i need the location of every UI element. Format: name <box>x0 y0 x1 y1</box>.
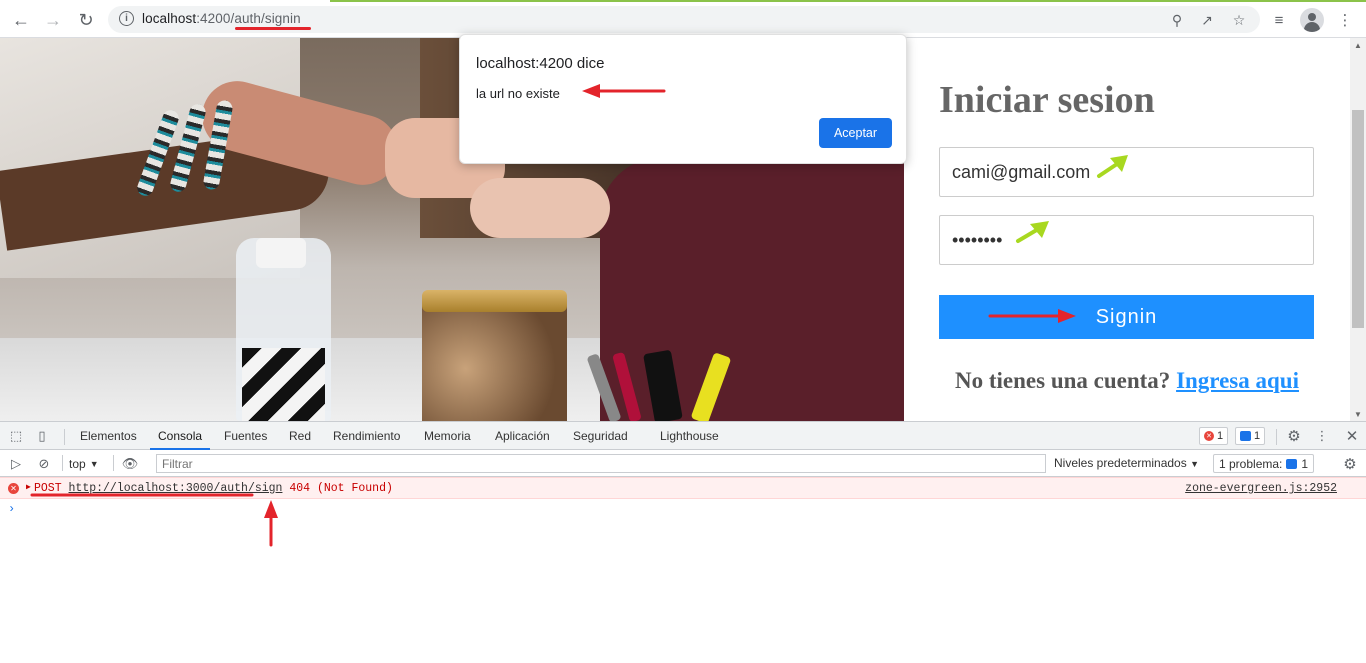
tab-memoria[interactable]: Memoria <box>424 422 471 450</box>
expand-triangle-icon[interactable]: ▶ <box>26 482 31 492</box>
email-field[interactable] <box>939 147 1314 197</box>
tab-red[interactable]: Red <box>289 422 311 450</box>
tab-elementos[interactable]: Elementos <box>80 422 137 450</box>
source-link[interactable]: zone-evergreen.js:2952 <box>1185 482 1337 495</box>
message-count-badge[interactable]: 1 <box>1235 427 1266 445</box>
console-error-text: POST http://localhost:3000/auth/sign 404… <box>34 482 393 495</box>
profile-avatar-icon[interactable] <box>1300 8 1324 32</box>
console-settings-gear-icon[interactable]: ⚙ <box>1340 454 1360 474</box>
annotation-url-underline <box>235 27 311 30</box>
alert-message: la url no existe <box>476 86 560 101</box>
error-icon: ✕ <box>1204 431 1214 441</box>
request-status: 404 (Not Found) <box>289 482 393 495</box>
error-icon: ✕ <box>8 483 19 494</box>
bookmark-star-icon[interactable]: ☆ <box>1230 11 1248 29</box>
console-error-row[interactable]: ✕ ▶ POST http://localhost:3000/auth/sign… <box>0 477 1366 499</box>
signup-link[interactable]: Ingresa aqui <box>1176 368 1299 393</box>
reload-icon[interactable]: ↻ <box>73 7 99 33</box>
message-icon <box>1240 431 1251 441</box>
alert-ok-button[interactable]: Aceptar <box>819 118 892 148</box>
dropdown-arrow-icon: ▼ <box>1190 459 1199 469</box>
chrome-menu-icon[interactable]: ⋮ <box>1332 7 1358 33</box>
signin-button[interactable]: Signin <box>939 295 1314 339</box>
close-devtools-icon[interactable]: ✕ <box>1342 426 1362 446</box>
signin-heading: Iniciar sesion <box>939 79 1155 121</box>
forward-icon[interactable]: → <box>40 7 66 33</box>
settings-gear-icon[interactable]: ⚙ <box>1284 426 1304 446</box>
alert-dialog: localhost:4200 dice la url no existe Ace… <box>459 34 907 164</box>
url-host: localhost <box>142 11 197 26</box>
problems-button[interactable]: 1 problema: 1 <box>1213 454 1315 473</box>
devtools-menu-icon[interactable]: ⋮ <box>1312 426 1332 446</box>
tab-aplicacion[interactable]: Aplicación <box>495 422 550 450</box>
inspect-element-icon[interactable]: ⬚ <box>6 426 26 446</box>
devtools-tabbar: ⬚ ▯ Elementos Consola Fuentes Red Rendim… <box>0 422 1366 450</box>
back-icon[interactable]: ← <box>8 7 34 33</box>
scrollbar-thumb[interactable] <box>1352 110 1364 328</box>
dropdown-arrow-icon: ▼ <box>89 458 99 469</box>
request-method: POST <box>34 482 62 495</box>
console-toolbar: ▷ ⊘ top▼ 👁 Niveles predeterminados ▼ 1 p… <box>0 450 1366 477</box>
url-text[interactable]: localhost:4200/auth/signin <box>142 11 301 26</box>
clear-console-icon[interactable]: ⊘ <box>34 454 54 474</box>
site-info-icon[interactable]: i <box>119 11 134 26</box>
context-value: top <box>69 456 86 471</box>
issue-icon <box>1286 458 1298 469</box>
tab-seguridad[interactable]: Seguridad <box>573 422 628 450</box>
alert-title: localhost:4200 dice <box>476 55 605 72</box>
device-toolbar-icon[interactable]: ▯ <box>32 426 52 446</box>
url-port: :4200 <box>196 11 231 26</box>
password-field[interactable] <box>939 215 1314 265</box>
sidebar-toggle-icon[interactable]: ▷ <box>6 454 26 474</box>
error-count: 1 <box>1217 430 1224 442</box>
scroll-down-icon[interactable]: ▼ <box>1350 407 1366 421</box>
log-levels-label: Niveles predeterminados <box>1054 456 1187 470</box>
key-icon[interactable]: ⚲ <box>1168 11 1186 29</box>
tab-lighthouse[interactable]: Lighthouse <box>660 422 719 450</box>
reading-list-icon[interactable]: ≡ <box>1266 7 1292 33</box>
signup-text: No tienes una cuenta? <box>955 368 1171 393</box>
live-expression-eye-icon[interactable]: 👁 <box>120 454 140 474</box>
tab-rendimiento[interactable]: Rendimiento <box>333 422 400 450</box>
tab-loading-bar <box>0 0 1366 2</box>
context-selector[interactable]: top ▼ <box>65 454 103 473</box>
tab-fuentes[interactable]: Fuentes <box>224 422 267 450</box>
devtools-panel: ⬚ ▯ Elementos Consola Fuentes Red Rendim… <box>0 421 1366 663</box>
tab-consola[interactable]: Consola <box>150 422 211 450</box>
message-count: 1 <box>1254 430 1261 442</box>
problems-count: 1 <box>1301 456 1309 471</box>
browser-toolbar: ← → ↻ i localhost:4200/auth/signin ⚲ ↗ ☆… <box>0 0 1366 38</box>
signup-prompt: No tienes una cuenta? Ingresa aqui <box>904 368 1350 394</box>
share-icon[interactable]: ↗ <box>1198 11 1216 29</box>
console-prompt[interactable]: › <box>8 502 15 516</box>
url-path: /auth/signin <box>230 11 301 26</box>
signin-panel: Iniciar sesion Signin No tienes una cuen… <box>904 38 1350 421</box>
error-count-badge[interactable]: ✕ 1 <box>1199 427 1229 445</box>
log-levels-dropdown[interactable]: Niveles predeterminados ▼ <box>1054 454 1199 473</box>
console-filter-input[interactable] <box>156 454 1046 473</box>
page-scrollbar[interactable]: ▲ ▼ <box>1350 38 1366 421</box>
scroll-up-icon[interactable]: ▲ <box>1350 38 1366 52</box>
request-url-link[interactable]: http://localhost:3000/auth/sign <box>69 482 283 495</box>
problems-label: 1 problema: <box>1219 456 1283 471</box>
